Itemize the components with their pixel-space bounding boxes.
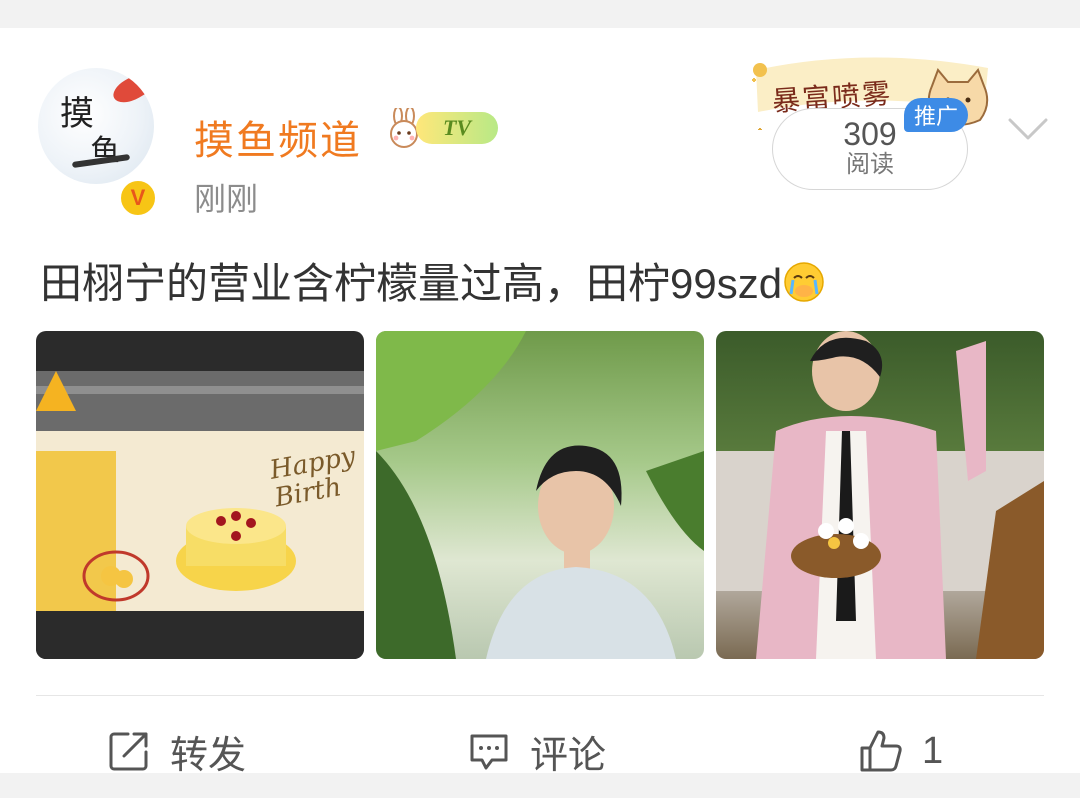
portrait-garden-image [376, 331, 704, 659]
weibo-post-card: 摸 鱼 V 摸鱼频道 TV 刚刚 暴富喷雾 309 阅读 推广 田栩宁的营业含柠… [0, 28, 1080, 777]
post-image-2[interactable] [376, 331, 704, 659]
thumbs-up-icon [860, 730, 902, 772]
post-time: 刚刚 [194, 181, 259, 217]
divider [36, 695, 1044, 696]
repost-button[interactable]: 转发 [106, 728, 246, 777]
username[interactable]: 摸鱼频道 [194, 108, 362, 166]
comment-label: 评论 [530, 734, 607, 777]
repost-label: 转发 [170, 734, 247, 777]
post-image-1[interactable]: Happy Birth [36, 331, 364, 659]
portrait-pink-suit-image [716, 331, 1044, 659]
comment-icon [470, 734, 508, 770]
chevron-down-icon[interactable] [1006, 114, 1050, 142]
fish-decoration [109, 69, 154, 109]
like-count: 1 [922, 729, 944, 772]
level-badge-text: TV [442, 115, 472, 140]
read-label: 阅读 [846, 151, 894, 178]
avatar[interactable]: 摸 鱼 [38, 68, 154, 184]
verified-badge: V [118, 178, 158, 218]
comment-button[interactable]: 评论 [466, 728, 606, 777]
post-text[interactable]: 田栩宁的营业含柠檬量过高，田柠99szd [40, 250, 826, 311]
post-text-content: 田栩宁的营业含柠檬量过高，田柠99szd [40, 260, 783, 307]
crying-emoji-icon [784, 262, 824, 302]
verified-mark: V [130, 185, 146, 210]
promo-badge[interactable]: 推广 [904, 98, 968, 132]
post-image-3[interactable] [716, 331, 1044, 659]
level-badge: TV [416, 112, 498, 144]
share-icon [109, 732, 148, 771]
avatar-text-top: 摸 [60, 94, 94, 134]
like-button[interactable]: 1 [858, 728, 943, 774]
